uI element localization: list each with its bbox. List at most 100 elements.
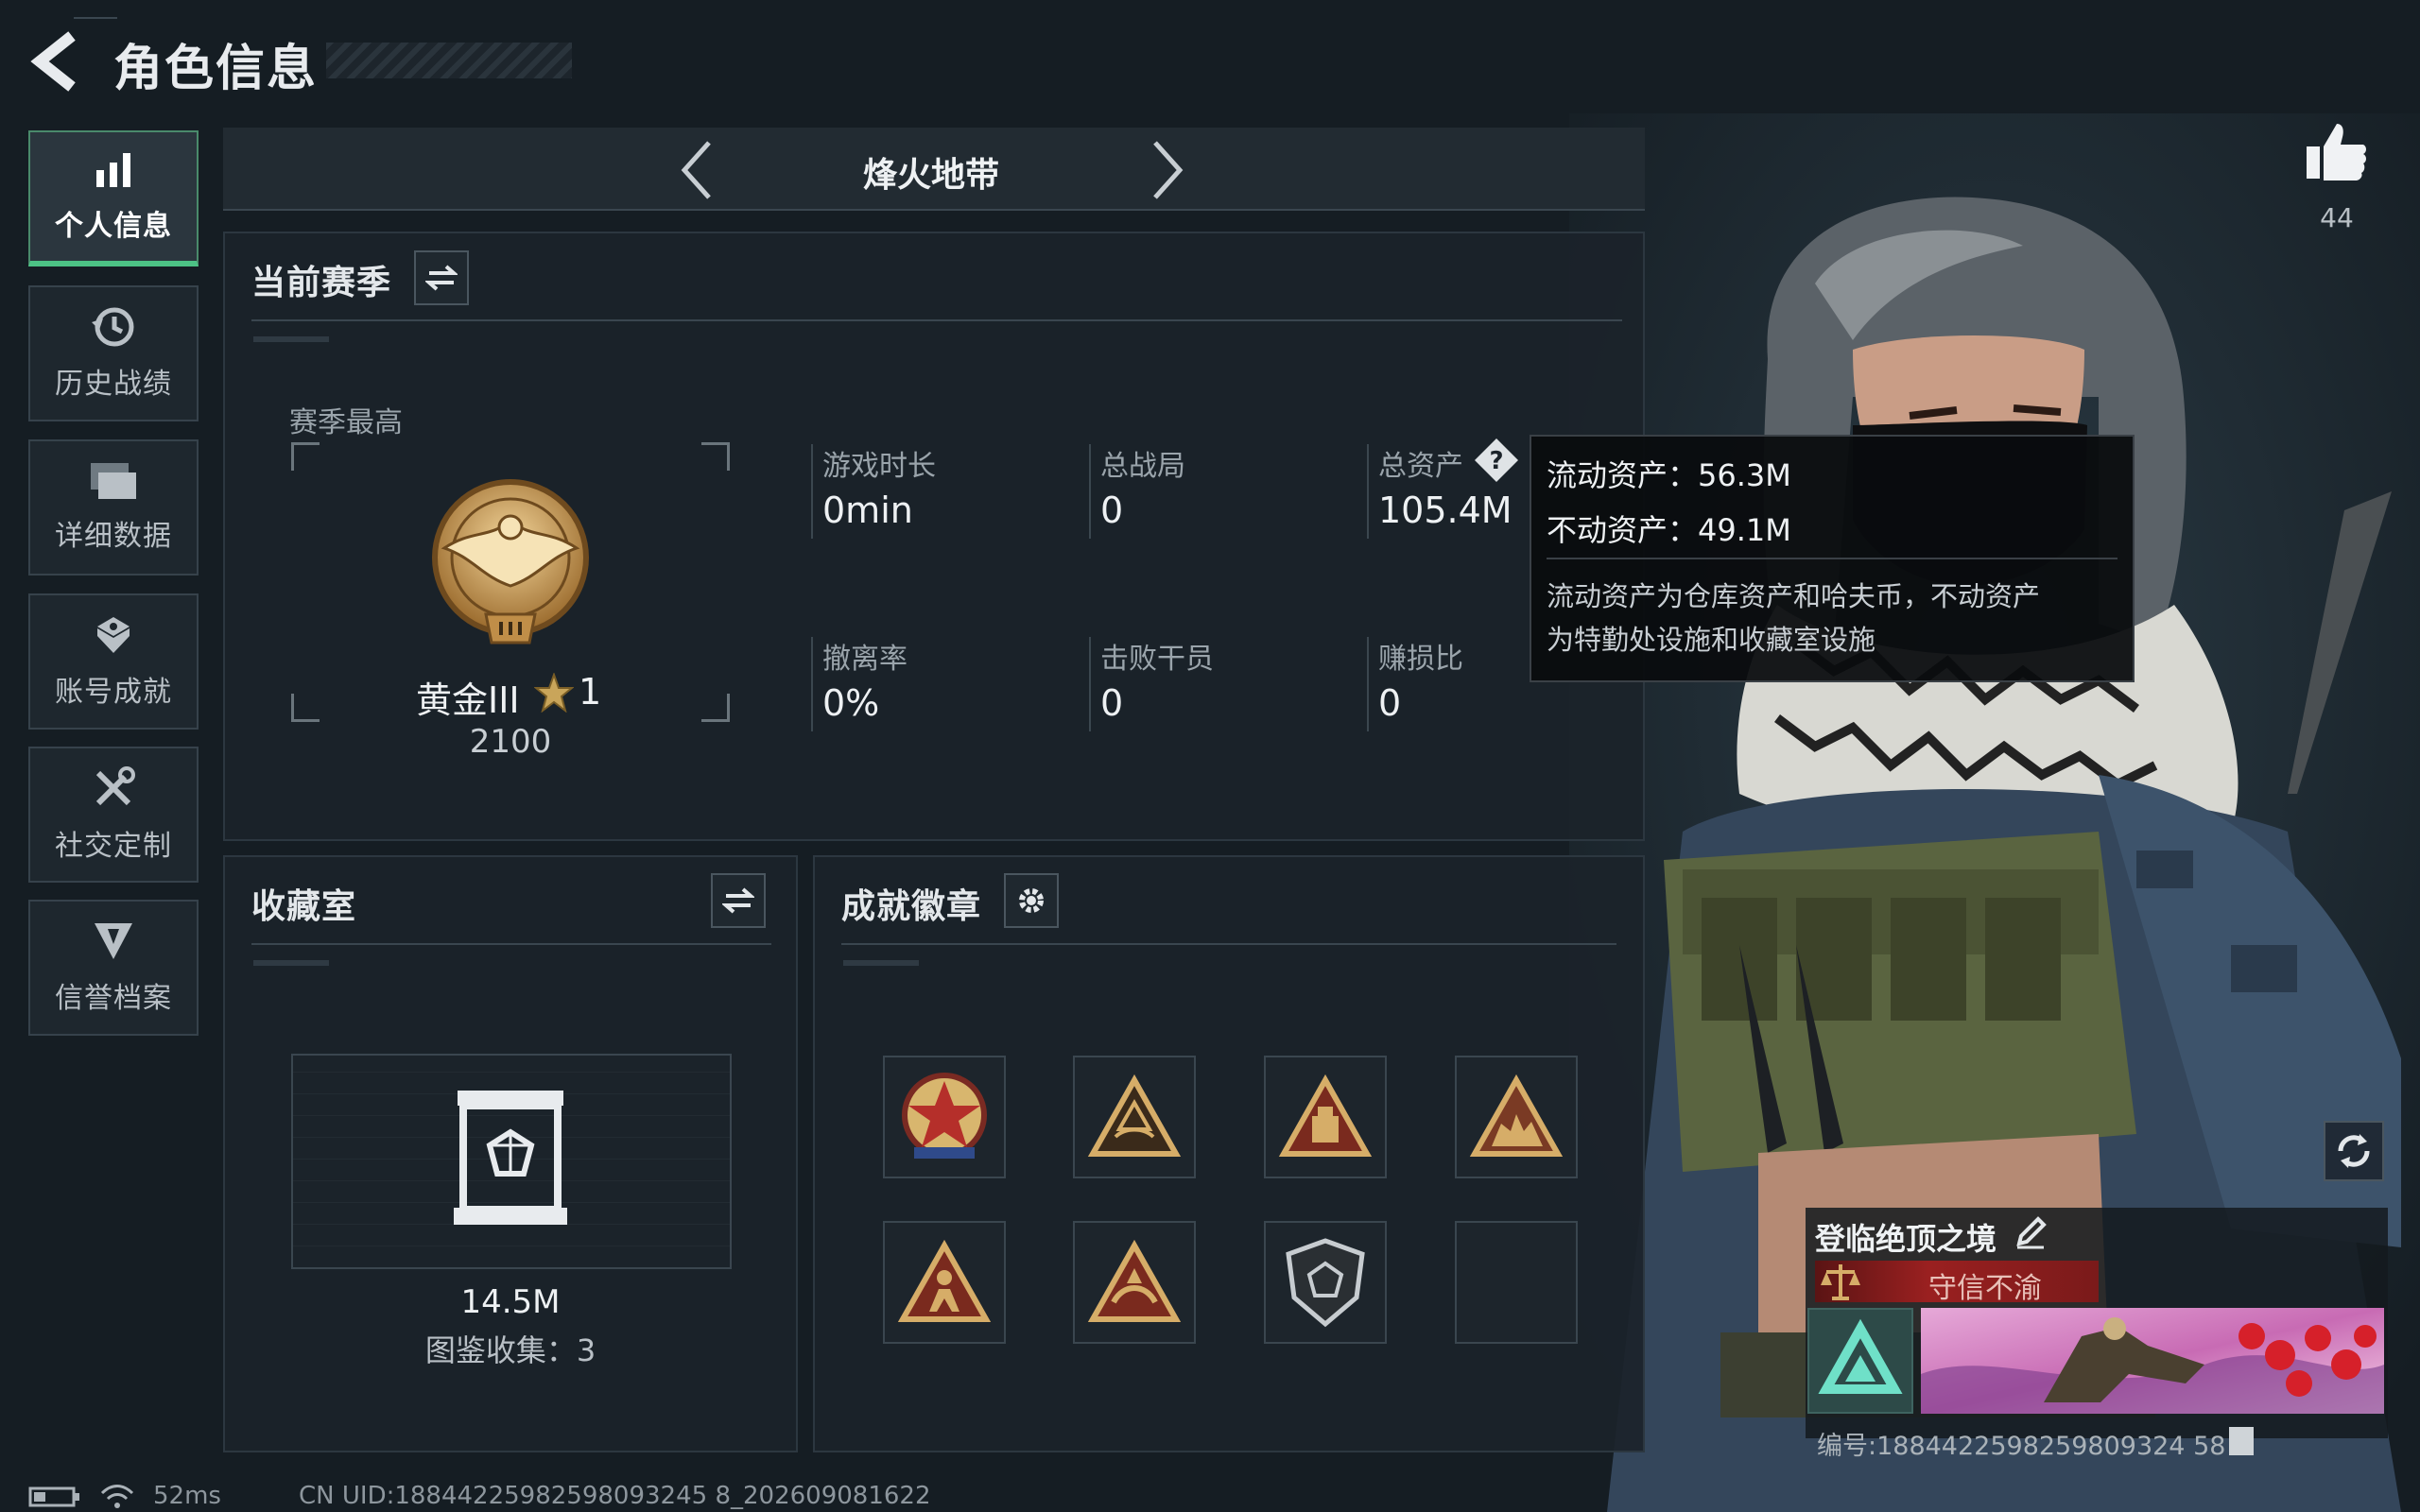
achievements-decoration [843,960,919,966]
tooltip-divider [1547,558,2118,559]
scales-icon [1819,1261,1862,1302]
chevron-left-icon [30,31,76,92]
sidebar-item-label: 个人信息 [55,210,172,243]
name-card-banner[interactable] [1921,1308,2384,1414]
sidebar-item-label: 信誉档案 [55,982,172,1015]
frame-corner [701,694,730,722]
stat-value: 0 [1100,490,1124,531]
rotate-character-button[interactable] [2324,1121,2384,1181]
chevron-left-icon [681,141,711,199]
gold-rank-emblem-icon [425,472,596,662]
gear-icon [1019,888,1044,913]
sidebar-item-credit-record[interactable]: 信誉档案 [28,900,199,1036]
copy-icon[interactable] [2229,1427,2254,1455]
triangle-logo-icon [1818,1318,1903,1394]
badge-slot-2[interactable] [1073,1056,1196,1178]
stat-label: 赚损比 [1378,643,1463,676]
stat-bar [811,444,813,539]
sidebar-item-account-achievements[interactable]: 账号成就 [28,593,199,730]
chevron-right-icon [1153,141,1184,199]
pencil-icon [2016,1216,2047,1249]
collection-switch-button[interactable] [711,873,766,928]
triangle-crate-icon [1278,1074,1373,1157]
sidebar-item-detailed-data[interactable]: 详细数据 [28,439,199,576]
stat-bar [811,637,813,731]
thumbs-up-icon [2307,124,2366,180]
sidebar-item-personal-info[interactable]: 个人信息 [28,130,199,266]
sidebar-item-history[interactable]: 历史战绩 [28,285,199,421]
stat-value: 0% [822,682,880,724]
edit-title-button[interactable] [2012,1213,2049,1251]
achievements-divider [841,943,1616,945]
battery-icon [28,1486,81,1507]
help-icon[interactable]: ? [1473,437,1520,484]
stat-label: 撤离率 [822,643,908,676]
medal-icon [97,617,130,653]
collection-decoration [253,960,329,966]
credit-tag-label: 守信不渝 [1928,1272,2042,1305]
collection-value: 14.5M [460,1283,561,1321]
collection-count: 图鉴收集：3 [424,1332,596,1368]
rank-stars: 1 [579,671,602,713]
stat-label: 游戏时长 [822,450,936,483]
mode-prev-button[interactable] [673,137,720,203]
folders-icon [91,463,136,499]
ping-value: 52ms [153,1482,221,1510]
stat-value: 0 [1100,682,1124,724]
badge-slot-7[interactable] [1264,1221,1387,1344]
rank-name: 黄金III [416,679,520,721]
season-switch-button[interactable] [414,250,469,305]
badge-slot-5[interactable] [883,1221,1006,1344]
like-button[interactable] [2303,118,2371,186]
frame-corner [291,442,320,471]
badge-slot-6[interactable] [1073,1221,1196,1344]
swap-icon [722,887,754,914]
team-emblem [1807,1308,1913,1414]
season-decoration [253,336,329,342]
collection-divider [251,943,771,945]
svg-text:?: ? [1489,447,1503,475]
back-button[interactable] [26,28,83,94]
page-title: 角色信息 [113,41,319,97]
history-clock-icon [92,307,134,347]
badge-slot-3[interactable] [1264,1056,1387,1178]
bar-chart-icon [96,153,130,187]
sidebar-item-label: 账号成就 [55,676,172,709]
stat-bar [1367,444,1369,539]
stat-bar [1089,637,1091,731]
mode-next-button[interactable] [1144,137,1191,203]
wifi-icon [98,1482,136,1510]
stat-bar [1089,444,1091,539]
stat-label: 击败干员 [1100,643,1214,676]
shield-gem-icon [1286,1238,1365,1328]
badge-slot-8-empty[interactable] [1455,1221,1578,1344]
achievements-settings-button[interactable] [1004,873,1059,928]
profile-title: 登临绝顶之境 [1815,1221,1997,1257]
triangle-figure-icon [897,1240,992,1322]
triangle-soldiers-icon [1469,1074,1564,1157]
badge-slot-4[interactable] [1455,1056,1578,1178]
stat-bar [1367,637,1369,731]
tooltip-description-line-2: 为特勤处设施和收藏室设施 [1547,624,1876,656]
season-divider [251,319,1622,321]
badge-slot-1[interactable] [883,1056,1006,1178]
tooltip-liquid-assets: 流动资产：56.3M [1547,457,1791,493]
stat-label: 总资产 [1378,450,1463,483]
star-emblem-icon [902,1073,987,1159]
mode-label: 烽火地带 [862,156,999,195]
triangle-badge-icon [1087,1074,1182,1157]
stat-label: 总战局 [1100,450,1185,483]
sidebar-item-social-custom[interactable]: 社交定制 [28,747,199,883]
rank-score: 2100 [469,723,552,761]
like-count: 44 [2320,202,2354,233]
stat-value: 105.4M [1378,490,1512,531]
frame-corner [701,442,730,471]
card-id-text: 编号:1884422598259809324 58 [1817,1432,2226,1461]
stat-value: 0 [1378,682,1402,724]
sidebar-item-label: 详细数据 [55,520,172,553]
header-corner-decoration [74,17,117,19]
uid-text: CN UID:18844225982598093245 8_2026090816… [299,1482,931,1510]
display-case-icon [452,1087,569,1228]
tools-icon [95,766,135,806]
collection-panel-title: 收藏室 [251,887,357,926]
